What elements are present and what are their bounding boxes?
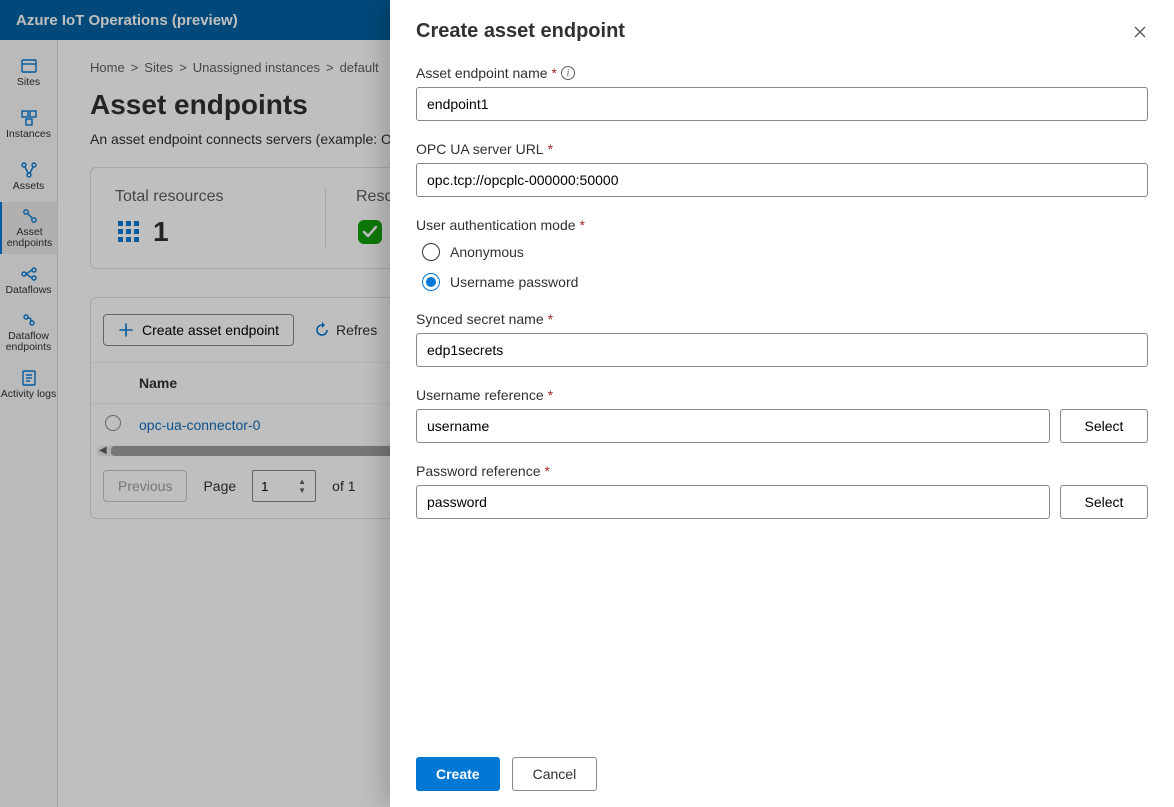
required-marker: * <box>552 65 557 81</box>
panel-footer: Create Cancel <box>390 741 1174 807</box>
radio-icon <box>422 243 440 261</box>
field-label: Asset endpoint name <box>416 65 548 81</box>
auth-username-password-radio[interactable]: Username password <box>422 273 1148 291</box>
radio-icon <box>422 273 440 291</box>
field-auth-mode: User authentication mode * Anonymous Use… <box>416 217 1148 291</box>
required-marker: * <box>548 387 553 403</box>
field-label: OPC UA server URL <box>416 141 544 157</box>
endpoint-name-input[interactable] <box>416 87 1148 121</box>
radio-label: Username password <box>450 274 578 290</box>
radio-label: Anonymous <box>450 244 524 260</box>
field-secret-name: Synced secret name * <box>416 311 1148 367</box>
username-ref-input[interactable] <box>416 409 1050 443</box>
field-opc-url: OPC UA server URL * <box>416 141 1148 197</box>
secret-name-input[interactable] <box>416 333 1148 367</box>
cancel-button[interactable]: Cancel <box>512 757 598 791</box>
field-label: User authentication mode <box>416 217 576 233</box>
opc-url-input[interactable] <box>416 163 1148 197</box>
field-label: Username reference <box>416 387 544 403</box>
required-marker: * <box>548 311 553 327</box>
username-select-button[interactable]: Select <box>1060 409 1148 443</box>
create-button[interactable]: Create <box>416 757 500 791</box>
field-label: Synced secret name <box>416 311 544 327</box>
password-select-button[interactable]: Select <box>1060 485 1148 519</box>
field-password-ref: Password reference * Select <box>416 463 1148 519</box>
required-marker: * <box>545 463 550 479</box>
field-endpoint-name: Asset endpoint name * i <box>416 65 1148 121</box>
info-icon[interactable]: i <box>561 66 575 80</box>
required-marker: * <box>580 217 585 233</box>
panel-title: Create asset endpoint <box>416 20 625 43</box>
field-username-ref: Username reference * Select <box>416 387 1148 443</box>
password-ref-input[interactable] <box>416 485 1050 519</box>
create-asset-endpoint-panel: Create asset endpoint Asset endpoint nam… <box>390 0 1174 807</box>
required-marker: * <box>548 141 553 157</box>
close-icon[interactable] <box>1132 24 1148 40</box>
field-label: Password reference <box>416 463 541 479</box>
auth-anonymous-radio[interactable]: Anonymous <box>422 243 1148 261</box>
